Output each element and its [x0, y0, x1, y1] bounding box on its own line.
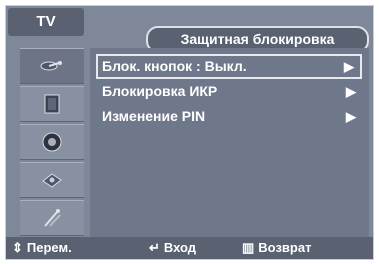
- hint-move-label: Перем.: [26, 240, 72, 255]
- satellite-dish-icon: [40, 61, 62, 71]
- return-icon: ▥: [242, 240, 255, 255]
- menu-item-change-pin[interactable]: Изменение PIN ▶: [96, 104, 362, 129]
- tv-panel-icon: [44, 94, 60, 114]
- sidebar-item-picture[interactable]: [20, 86, 84, 122]
- menu-item-label: Блок. кнопок : Выкл.: [102, 58, 247, 74]
- menu-item-ir-lock[interactable]: Блокировка ИКР ▶: [96, 79, 362, 104]
- footer-hints: ⇕ Перем. ↵ Вход ▥ Возврат: [6, 237, 373, 259]
- menu-item-label: Изменение PIN: [102, 108, 206, 124]
- tv-tab[interactable]: TV: [8, 8, 84, 36]
- menu-item-label: Блокировка ИКР: [102, 83, 218, 99]
- sidebar-item-setup[interactable]: [20, 200, 84, 236]
- menu-list: Блок. кнопок : Выкл. ▶ Блокировка ИКР ▶ …: [90, 48, 369, 238]
- chip-icon: [42, 173, 62, 188]
- sidebar: [20, 48, 84, 238]
- hint-move: ⇕ Перем.: [12, 237, 72, 259]
- right-arrow-icon: ▶: [346, 109, 356, 124]
- menu-item-button-lock[interactable]: Блок. кнопок : Выкл. ▶: [96, 54, 362, 79]
- speaker-icon: [42, 132, 62, 152]
- sidebar-item-input[interactable]: [20, 48, 84, 84]
- enter-icon: ↵: [149, 240, 160, 255]
- hint-return-label: Возврат: [258, 240, 312, 255]
- sidebar-item-channel[interactable]: [20, 162, 84, 198]
- tv-osd-screen: TV Защитная блокировка Блок. кнопок: Вы…: [5, 5, 374, 260]
- hint-return: ▥ Возврат: [242, 237, 311, 259]
- sidebar-item-sound[interactable]: [20, 124, 84, 160]
- hint-enter-label: Вход: [163, 240, 197, 255]
- up-down-arrow-icon: ⇕: [12, 240, 23, 255]
- settings-wand-icon: [44, 209, 61, 227]
- hint-enter: ↵ Вход: [149, 237, 196, 259]
- right-arrow-icon: ▶: [346, 84, 356, 99]
- right-arrow-icon: ▶: [344, 59, 354, 74]
